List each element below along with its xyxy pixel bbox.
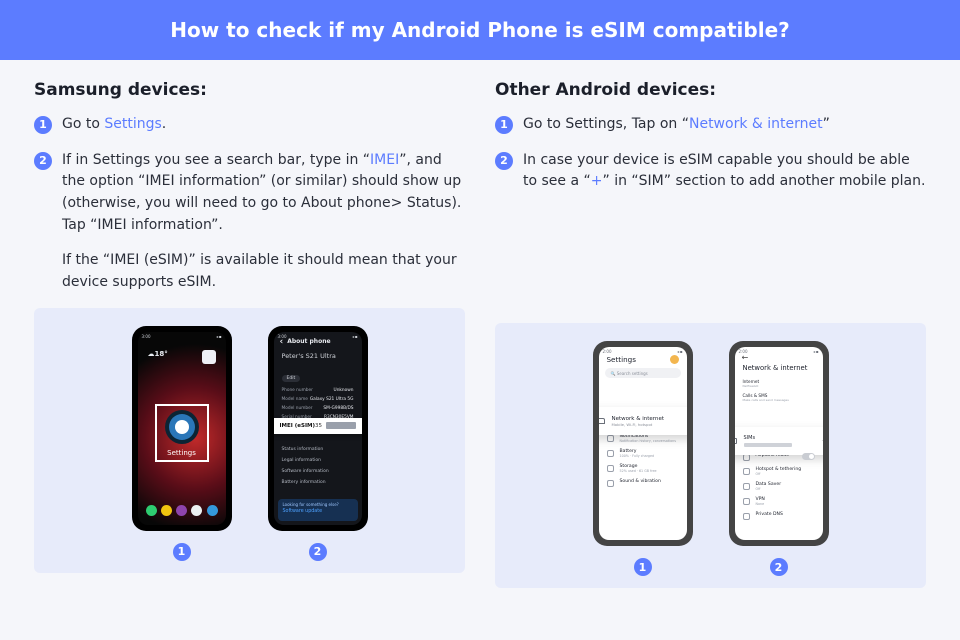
list-item: Storage52% used · 61 GB free: [599, 461, 687, 476]
other-screenshot-panel: 2:00▸▪ Settings 🔍 Search settings Networ…: [495, 323, 926, 588]
list-item: Data SaverOff: [735, 479, 823, 494]
list-item: Software information: [274, 466, 362, 477]
step-badge: 1: [34, 116, 52, 134]
device-name: Peter's S21 Ultra: [274, 352, 362, 364]
plus-icon: +: [821, 436, 823, 446]
toggle: [802, 453, 815, 460]
step-text: In case your device is eSIM capable you …: [523, 150, 926, 193]
text: Go to: [62, 116, 104, 132]
imei-link[interactable]: IMEI: [370, 152, 399, 168]
text: .: [162, 116, 166, 132]
content-columns: Samsung devices: 1 Go to Settings. 2 If …: [0, 60, 960, 588]
other-heading: Other Android devices:: [495, 80, 926, 100]
step-badge: 2: [495, 152, 513, 170]
list-item: VPNNone: [735, 494, 823, 509]
list-item: InternetNetfreeGO: [735, 377, 823, 391]
statusbar: 3:00▸▪: [142, 334, 222, 340]
other-step-2: 2 In case your device is eSIM capable yo…: [495, 150, 926, 193]
settings-title: Settings: [607, 355, 636, 364]
list-item: Private DNS: [735, 509, 823, 523]
avatar: [670, 355, 679, 364]
list-item: Battery100% · Fully charged: [599, 446, 687, 461]
settings-label: Settings: [157, 449, 207, 457]
gear-icon: [169, 414, 195, 440]
samsung-step-2-extra: If the “IMEI (eSIM)” is available it sho…: [62, 250, 465, 293]
hotspot-icon: [743, 468, 750, 475]
plus-link[interactable]: +: [591, 173, 603, 189]
settings-tile-highlight: Settings: [155, 404, 209, 462]
other-step-1: 1 Go to Settings, Tap on “Network & inte…: [495, 114, 926, 136]
caption-badge: 2: [309, 543, 327, 561]
text: ”: [823, 116, 830, 132]
step-text: If in Settings you see a search bar, typ…: [62, 150, 465, 237]
list-item: Battery information: [274, 477, 362, 488]
samsung-heading: Samsung devices:: [34, 80, 465, 100]
screenshot-samsung-about: 3:00▸▪ About phone Peter's S21 Ultra Edi…: [268, 326, 368, 531]
dns-icon: [743, 513, 750, 520]
list-item: Sound & vibration: [599, 476, 687, 490]
datasaver-icon: [743, 483, 750, 490]
screenshot-android-settings: 2:00▸▪ Settings 🔍 Search settings Networ…: [593, 341, 693, 546]
page-title: How to check if my Android Phone is eSIM…: [0, 0, 960, 60]
calendar-widget: [202, 350, 216, 364]
caption-badge: 2: [770, 558, 788, 576]
sim-icon: [735, 438, 737, 444]
step-badge: 1: [495, 116, 513, 134]
text: If in Settings you see a search bar, typ…: [62, 152, 370, 168]
network-title: Network & internet: [735, 364, 823, 377]
other-column: Other Android devices: 1 Go to Settings,…: [495, 80, 926, 588]
caption-badge: 1: [173, 543, 191, 561]
step-text: Go to Settings, Tap on “Network & intern…: [523, 114, 830, 136]
step-badge: 2: [34, 152, 52, 170]
caption-badge: 1: [634, 558, 652, 576]
network-internet-highlight: Network & internetMobile, Wi-Fi, hotspot: [599, 407, 687, 435]
imei-highlight: IMEI (eSIM) 35: [274, 418, 362, 434]
airplane-icon: [743, 454, 750, 461]
weather-widget: ☁18°: [148, 350, 168, 358]
suggestion-card: Looking for something else? Software upd…: [278, 499, 358, 521]
samsung-column: Samsung devices: 1 Go to Settings. 2 If …: [34, 80, 465, 588]
step-text: Go to Settings.: [62, 114, 166, 136]
text: ” in “SIM” section to add another mobile…: [603, 173, 926, 189]
network-internet-link[interactable]: Network & internet: [689, 116, 823, 132]
samsung-screenshot-panel: 3:00▸▪ ☁18° Settings: [34, 308, 465, 573]
text: Go to Settings, Tap on “: [523, 116, 689, 132]
sims-highlight: SIMs +: [735, 427, 823, 455]
search-input: 🔍 Search settings: [605, 368, 681, 378]
screenshot-samsung-home: 3:00▸▪ ☁18° Settings: [132, 326, 232, 531]
edit-button: Edit: [282, 375, 301, 382]
imei-masked: [326, 422, 356, 429]
samsung-step-1: 1 Go to Settings.: [34, 114, 465, 136]
wifi-icon: [599, 418, 605, 424]
bell-icon: [607, 435, 614, 442]
settings-link[interactable]: Settings: [104, 116, 161, 132]
vpn-icon: [743, 498, 750, 505]
statusbar: 2:00▸▪: [603, 349, 683, 355]
list-item: Calls & SMSMake calls and send messages: [735, 391, 823, 405]
samsung-step-2: 2 If in Settings you see a search bar, t…: [34, 150, 465, 237]
list-item: Hotspot & tetheringOff: [735, 464, 823, 479]
sound-icon: [607, 480, 614, 487]
list-item: Legal information: [274, 455, 362, 466]
imei-prefix: 35: [315, 423, 322, 429]
list-item: Status information: [274, 444, 362, 455]
battery-icon: [607, 450, 614, 457]
storage-icon: [607, 465, 614, 472]
statusbar: 3:00▸▪: [278, 334, 358, 340]
dock: [146, 505, 218, 519]
statusbar: 2:00▸▪: [739, 349, 819, 355]
masked-line: [744, 443, 792, 447]
screenshot-android-network: 2:00▸▪ ← Network & internet InternetNetf…: [729, 341, 829, 546]
